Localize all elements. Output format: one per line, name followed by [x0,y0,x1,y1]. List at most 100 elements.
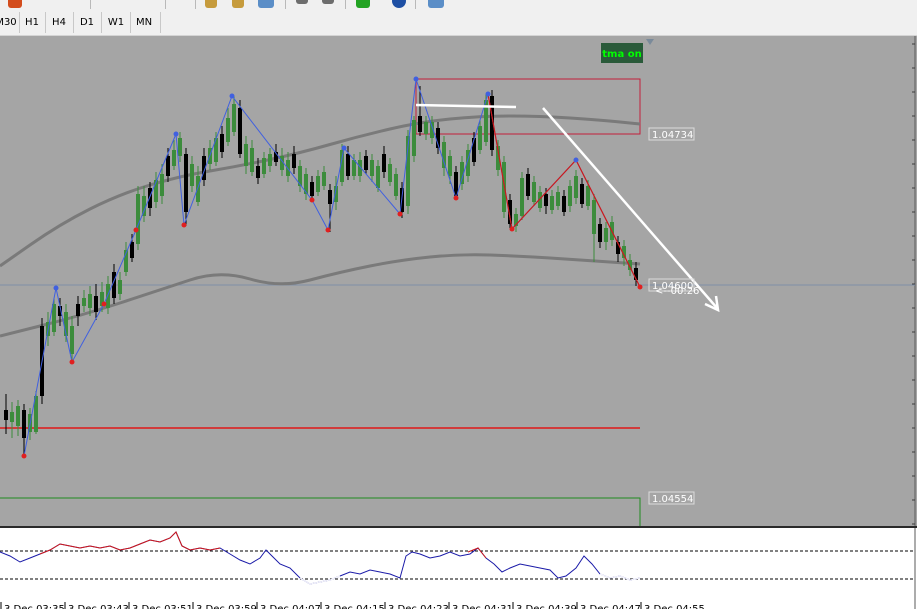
main-chart-window[interactable]: 1.04734 1.04600 <--00:26 1.04554 tma on [0,36,917,528]
timeframe-m30-button[interactable]: M30 [0,13,18,32]
toolbar-separator [19,12,20,33]
candle-body[interactable] [598,224,602,242]
timeframes-toolbar: M30 H1 H4 D1 W1 MN [0,9,462,36]
candle-body[interactable] [592,200,596,234]
zigzag-low-point [21,453,27,459]
candle-body[interactable] [82,298,86,306]
candle-body[interactable] [154,180,158,202]
timeframe-mn-button[interactable]: MN [132,13,156,32]
candle-body[interactable] [352,160,356,176]
candle-body[interactable] [16,406,20,426]
candle-body[interactable] [172,150,176,166]
zigzag-low-point [509,226,515,232]
candle-body[interactable] [238,108,242,154]
timeframe-h4-button[interactable]: H4 [48,13,70,32]
candle-body[interactable] [382,154,386,172]
text-tool-icon[interactable] [232,0,244,8]
candle-body[interactable] [148,188,152,208]
timeframe-h1-button[interactable]: H1 [21,13,43,32]
candle-body[interactable] [118,280,122,294]
candle-body[interactable] [520,178,524,216]
toolbar-separator [415,0,416,9]
shift-chart-icon[interactable] [296,0,308,4]
candle-body[interactable] [448,156,452,176]
time-tick-label: 3 Dec 04:15 [324,604,385,609]
candle-body[interactable] [184,154,188,212]
candle-body[interactable] [346,154,350,176]
zigzag-high-point [229,93,235,99]
candle-body[interactable] [250,148,254,172]
candle-body[interactable] [232,104,236,132]
autotrading-icon[interactable] [392,0,406,8]
candle-body[interactable] [376,166,380,188]
zigzag-high-point [485,91,491,97]
candle-body[interactable] [418,116,422,132]
candle-body[interactable] [556,192,560,206]
candle-body[interactable] [94,296,98,312]
zigzag-low-point [325,227,331,233]
label-tool-icon[interactable] [258,0,274,8]
candle-body[interactable] [532,182,536,202]
timeframe-w1-button[interactable]: W1 [104,13,128,32]
candle-body[interactable] [388,164,392,182]
price-chart[interactable]: 1.04734 1.04600 <--00:26 1.04554 tma on [0,36,917,528]
candle-body[interactable] [166,156,170,176]
candle-body[interactable] [322,172,326,186]
candle-body[interactable] [586,186,590,206]
candle-body[interactable] [22,410,26,438]
autoscroll-icon[interactable] [322,0,334,4]
candle-timer-label: <--00:26 [655,286,699,297]
candle-body[interactable] [604,228,608,242]
zigzag-low-point [309,197,315,203]
zigzag-high-point [573,157,579,163]
candle-body[interactable] [544,194,548,206]
candle-body[interactable] [10,412,14,422]
timeframe-d1-button[interactable]: D1 [76,13,98,32]
candle-body[interactable] [70,326,74,354]
time-tick-label: 3 Dec 04:39 [516,604,577,609]
candle-body[interactable] [178,138,182,156]
candle-body[interactable] [310,182,314,196]
candle-body[interactable] [574,176,578,198]
candle-body[interactable] [256,166,260,178]
candle-body[interactable] [76,304,80,316]
candle-body[interactable] [478,126,482,150]
candle-body[interactable] [412,120,416,156]
candle-body[interactable] [136,194,140,244]
candle-body[interactable] [292,154,296,168]
candle-body[interactable] [550,196,554,210]
indicator-window[interactable]: 3 Dec 03:353 Dec 03:433 Dec 03:513 Dec 0… [0,528,917,609]
arrow-tool-icon[interactable] [205,0,217,8]
candle-body[interactable] [364,156,368,170]
candle-body[interactable] [4,410,8,420]
zigzag-low-point [133,227,139,233]
candle-body[interactable] [262,158,266,174]
indicator-chart[interactable]: 3 Dec 03:353 Dec 03:433 Dec 03:513 Dec 0… [0,528,917,609]
toolbar-separator [45,12,46,33]
candle-body[interactable] [526,174,530,196]
candle-body[interactable] [268,154,272,166]
new-order-icon[interactable] [356,0,370,8]
strategy-tester-icon[interactable] [428,0,444,8]
candle-body[interactable] [244,144,248,166]
candle-body[interactable] [88,294,92,308]
app-icon[interactable] [8,0,22,8]
candle-body[interactable] [190,164,194,186]
candle-body[interactable] [472,138,476,162]
candle-body[interactable] [160,174,164,196]
candle-body[interactable] [220,134,224,152]
candle-body[interactable] [424,122,428,134]
candle-body[interactable] [370,160,374,176]
toolbar-right-area [462,9,917,36]
candle-body[interactable] [226,118,230,142]
candle-body[interactable] [316,176,320,192]
candle-body[interactable] [130,242,134,258]
candle-body[interactable] [196,176,200,202]
candle-body[interactable] [328,190,332,204]
candle-body[interactable] [580,184,584,204]
candle-body[interactable] [442,142,446,168]
candle-body[interactable] [568,186,572,206]
candle-body[interactable] [562,196,566,212]
candle-body[interactable] [394,174,398,196]
time-tick-label: 3 Dec 04:23 [388,604,449,609]
